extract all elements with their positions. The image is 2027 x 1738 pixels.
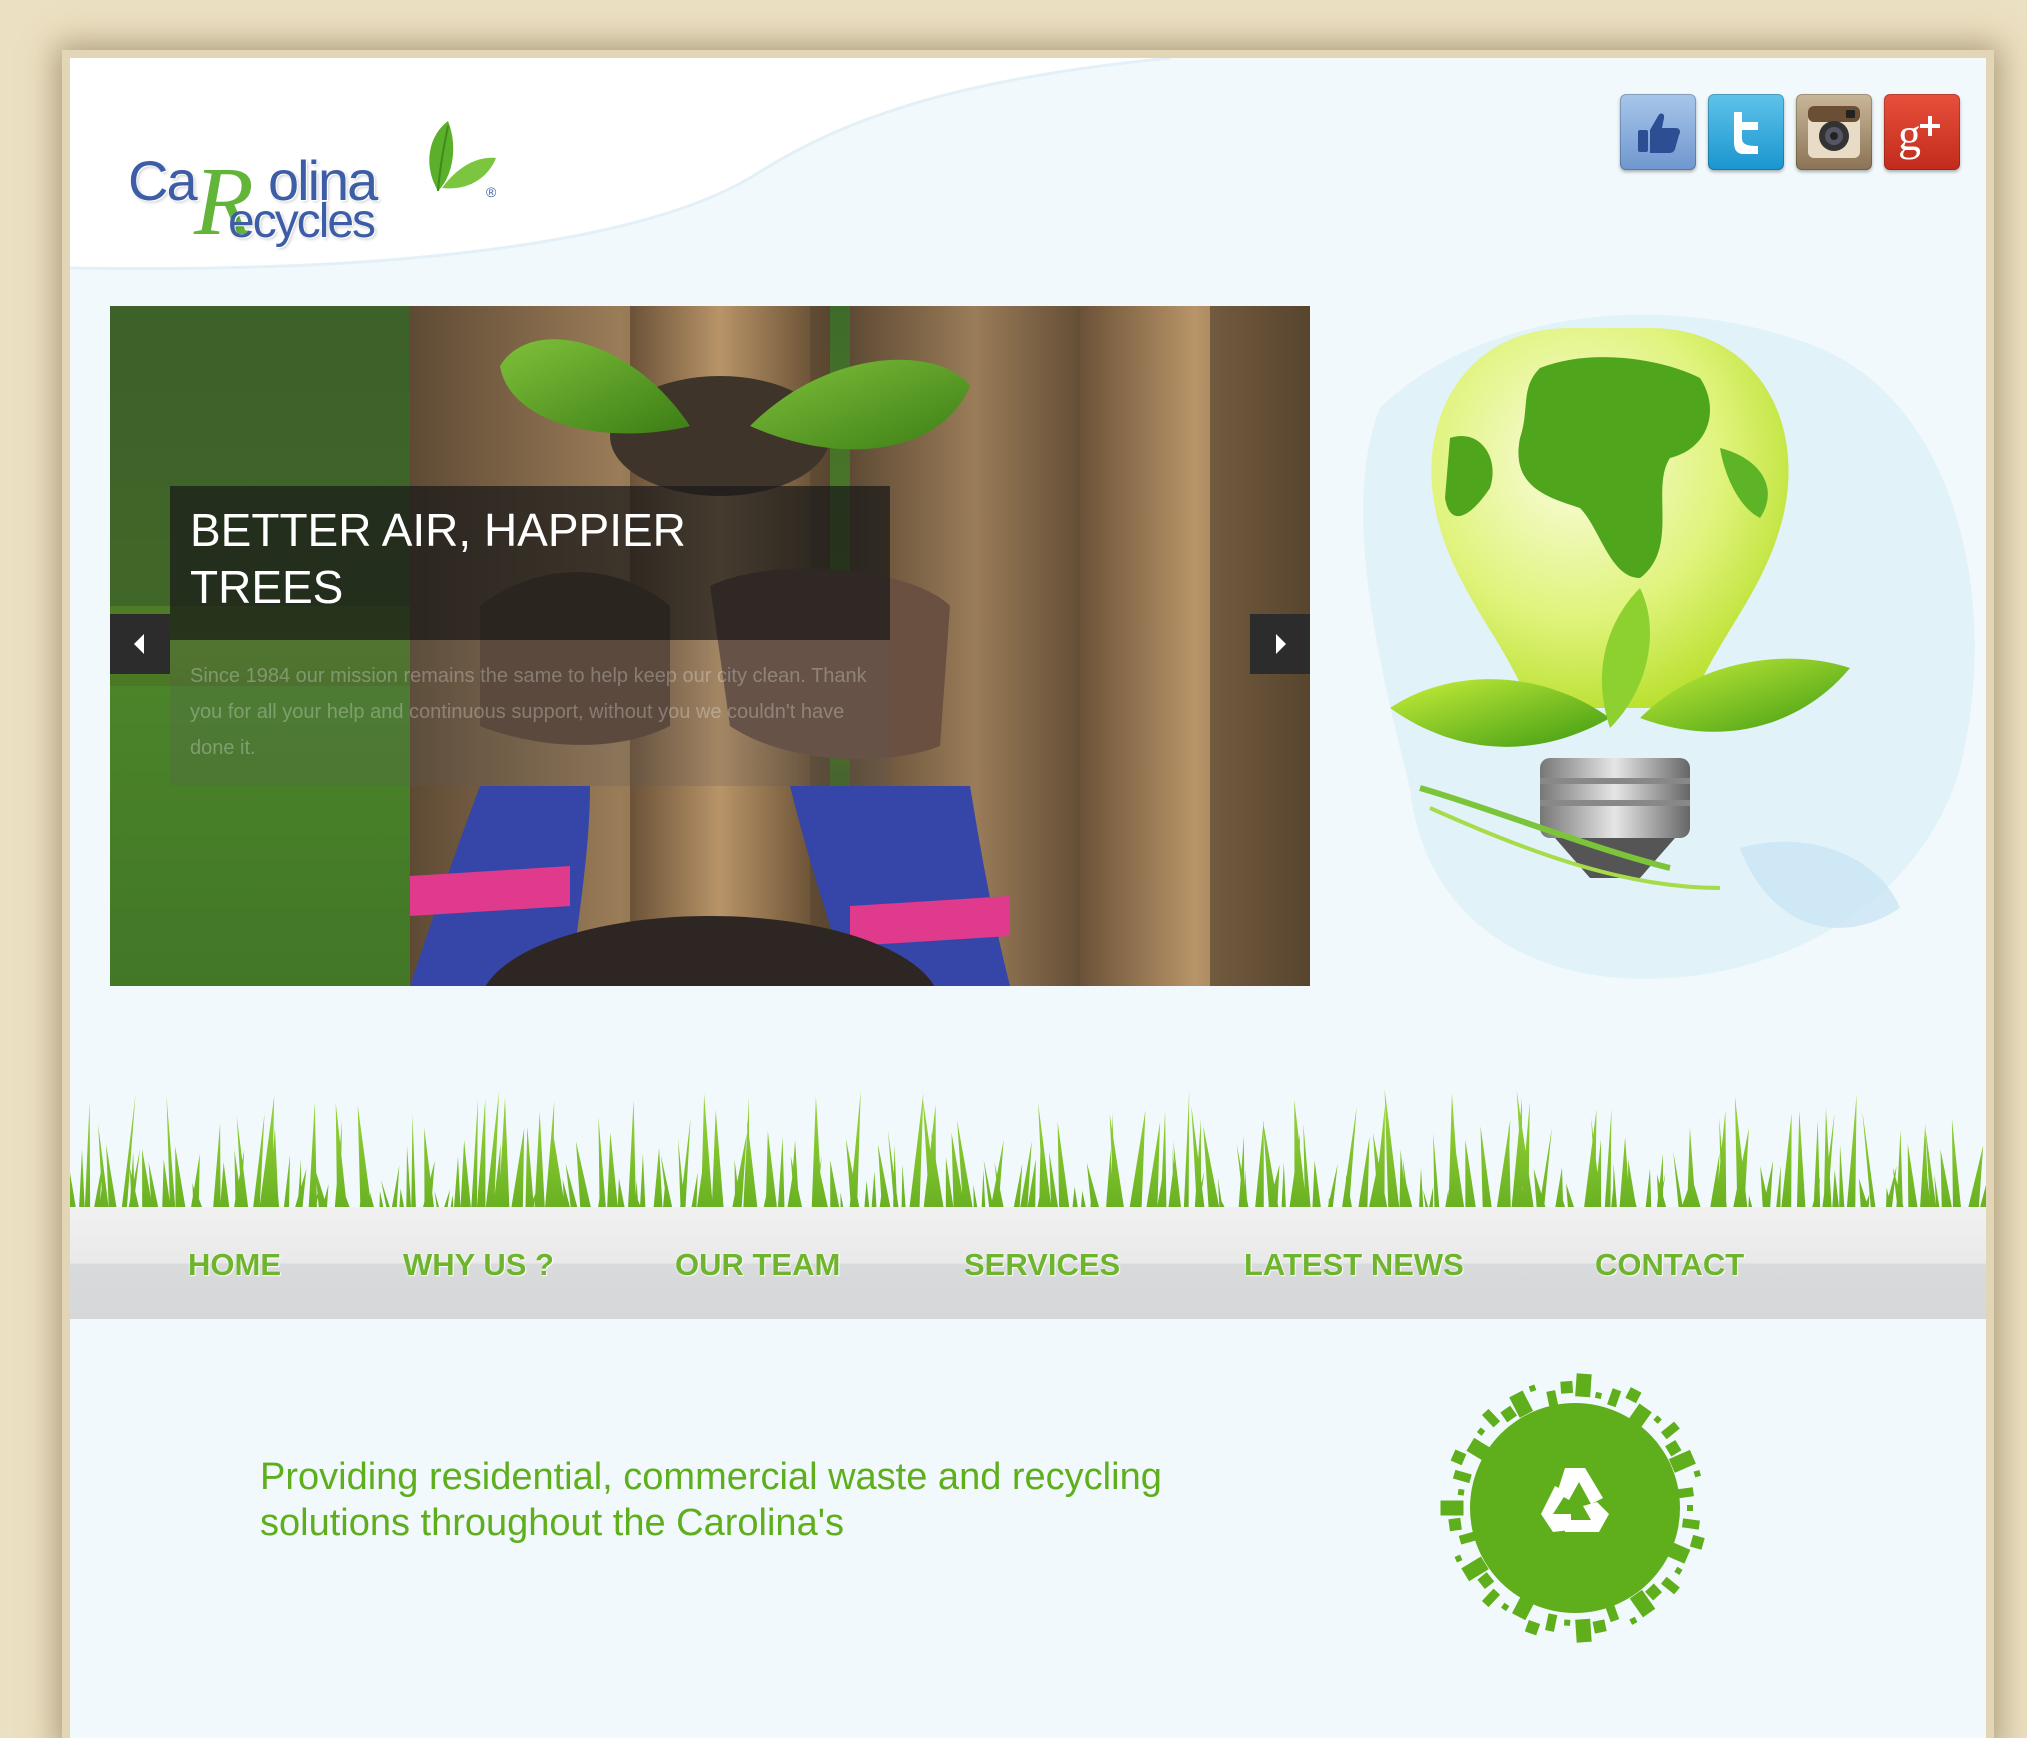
globe-bit xyxy=(1675,1487,1694,1499)
chevron-right-icon xyxy=(1276,634,1286,654)
globe-bit xyxy=(1501,1602,1510,1612)
logo[interactable]: Ca R olina ecycles ® xyxy=(128,86,496,286)
globe-bit xyxy=(1681,1518,1700,1530)
svg-text:g: g xyxy=(1898,109,1921,160)
globe-bit xyxy=(1457,1488,1465,1496)
leaf-icon xyxy=(429,121,496,192)
globe-bit xyxy=(1625,1387,1642,1404)
page-frame: Ca R olina ecycles ® g BETTER AIR, HAPPI… xyxy=(70,58,1986,1738)
globe-bit xyxy=(1592,1619,1607,1634)
globe-bit xyxy=(1607,1388,1622,1408)
globe-bit xyxy=(1440,1500,1464,1516)
nav-item-contact[interactable]: CONTACT xyxy=(1595,1247,1744,1283)
globe-bit xyxy=(1448,1517,1462,1532)
logo-text-ecycles: ecycles xyxy=(228,195,376,248)
globe-bit xyxy=(1660,1576,1680,1595)
google-plus-button[interactable]: g xyxy=(1884,94,1960,170)
globe-bit xyxy=(1546,1390,1559,1409)
globe-bit xyxy=(1674,1566,1683,1576)
google-plus-icon: g xyxy=(1898,109,1940,160)
globe-bit xyxy=(1458,1531,1478,1545)
globe-bit xyxy=(1476,1427,1486,1436)
twitter-icon xyxy=(1734,112,1758,154)
globe-bit xyxy=(1564,1619,1571,1626)
slide-text: Since 1984 our mission remains the same … xyxy=(190,665,867,759)
nav-item-latest-news[interactable]: LATEST NEWS xyxy=(1244,1247,1464,1283)
slide-caption: BETTER AIR, HAPPIER TREES Since 1984 our… xyxy=(170,486,890,786)
chevron-left-icon xyxy=(134,634,144,654)
recycle-globe-icon xyxy=(1440,1373,1705,1643)
slider-next-button[interactable] xyxy=(1250,614,1310,674)
slider-prev-button[interactable] xyxy=(110,614,170,674)
globe-bit xyxy=(1500,1405,1518,1423)
globe-bit xyxy=(1653,1415,1662,1424)
twitter-button[interactable] xyxy=(1708,94,1784,170)
globe-bit xyxy=(1450,1449,1467,1466)
globe-bit xyxy=(1481,1408,1501,1428)
globe-bit xyxy=(1660,1421,1680,1440)
globe-bit xyxy=(1629,1616,1638,1625)
globe-bit xyxy=(1560,1380,1574,1394)
globe-bit xyxy=(1545,1613,1558,1632)
main-navigation: HOME WHY US ? OUR TEAM SERVICES LATEST N… xyxy=(70,1207,1986,1319)
globe-bit xyxy=(1481,1588,1501,1608)
globe-bit xyxy=(1575,1618,1592,1643)
caption-title-box: BETTER AIR, HAPPIER TREES xyxy=(170,486,890,640)
instagram-button[interactable] xyxy=(1796,94,1872,170)
globe-bit xyxy=(1689,1534,1705,1550)
slide-title: BETTER AIR, HAPPIER TREES xyxy=(190,504,686,613)
logo-text-ca: Ca xyxy=(128,149,198,212)
social-links: g xyxy=(1620,94,1960,170)
nav-item-our-team[interactable]: OUR TEAM xyxy=(675,1247,840,1283)
globe-bit xyxy=(1693,1470,1701,1478)
caption-text-box: Since 1984 our mission remains the same … xyxy=(170,640,890,786)
tagline: Providing residential, commercial waste … xyxy=(260,1456,1162,1544)
nav-item-why-us[interactable]: WHY US ? xyxy=(403,1247,554,1283)
globe-bit xyxy=(1452,1469,1472,1484)
image-slider[interactable]: BETTER AIR, HAPPIER TREES Since 1984 our… xyxy=(110,306,1310,986)
globe-bit xyxy=(1477,1572,1495,1590)
thumbs-up-icon xyxy=(1638,113,1680,153)
facebook-button[interactable] xyxy=(1620,94,1696,170)
globe-bit xyxy=(1524,1620,1541,1636)
globe-bit xyxy=(1528,1384,1537,1393)
globe-bit xyxy=(1454,1554,1463,1563)
globe-bit xyxy=(1687,1505,1693,1511)
nav-item-services[interactable]: SERVICES xyxy=(964,1247,1120,1283)
camera-icon xyxy=(1808,106,1860,158)
globe-bit xyxy=(1575,1373,1592,1398)
eco-bulb-illustration xyxy=(1363,314,1975,979)
nav-item-home[interactable]: HOME xyxy=(188,1247,281,1283)
globe-bit xyxy=(1665,1439,1682,1457)
globe-bit xyxy=(1594,1391,1602,1399)
globe-bit xyxy=(1605,1603,1620,1623)
